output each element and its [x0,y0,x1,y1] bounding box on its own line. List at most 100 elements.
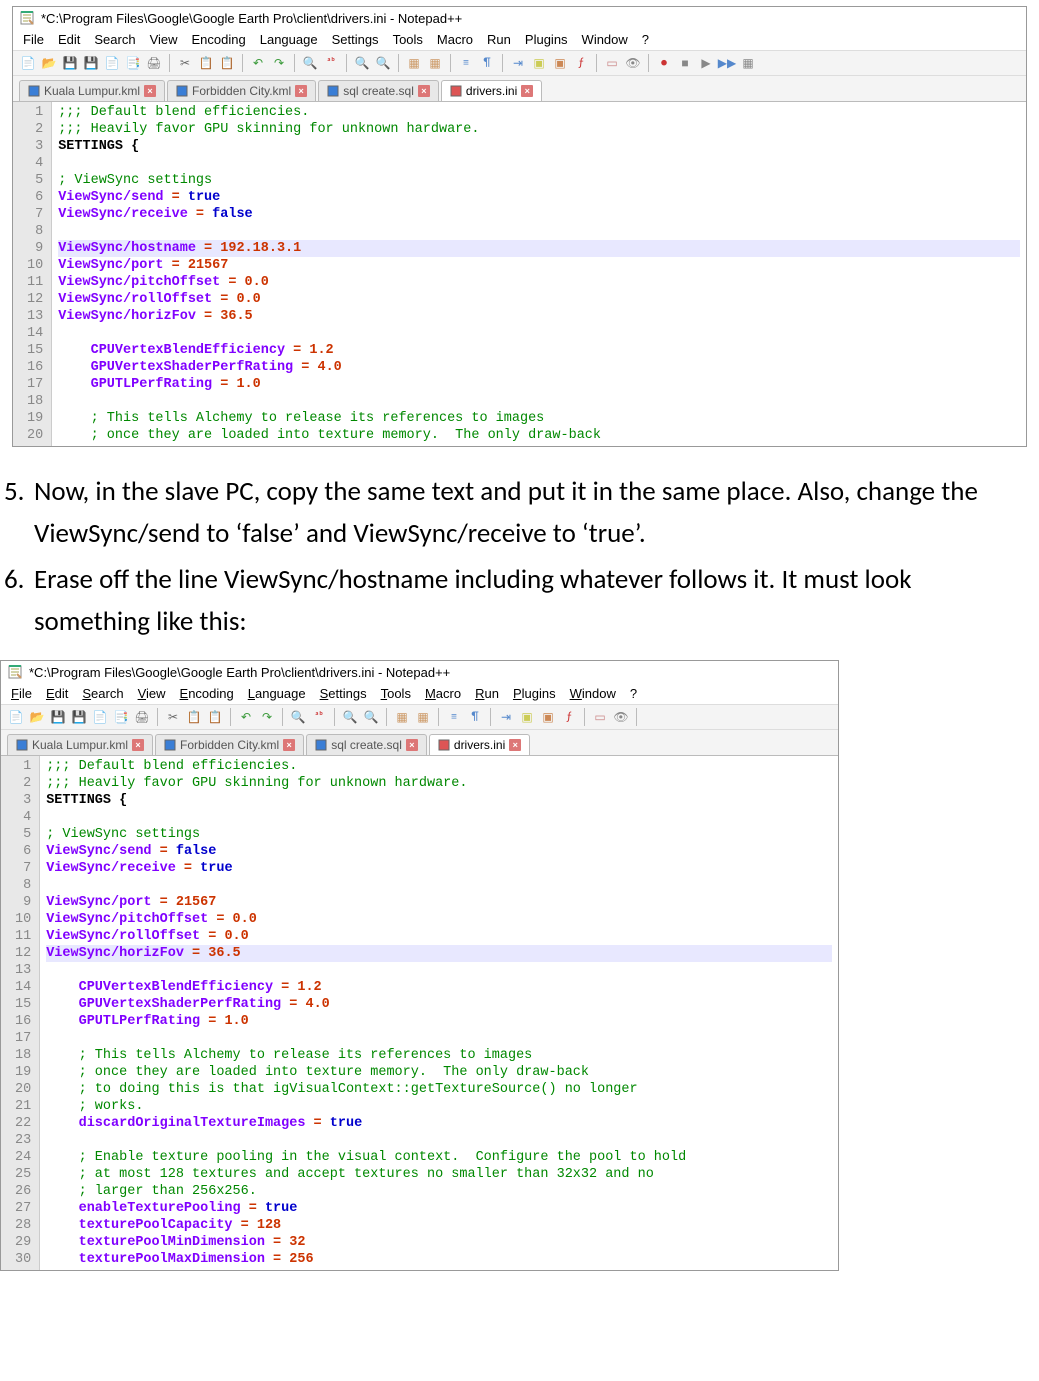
code-line[interactable] [46,809,832,826]
menu-edit[interactable]: Edit [58,32,80,47]
code-line[interactable]: ; ViewSync settings [46,826,832,843]
paste-icon[interactable]: 📋 [218,54,236,72]
sync-h-icon[interactable]: ▦ [426,54,444,72]
code-line[interactable]: ViewSync/receive = true [46,860,832,877]
sync-v-icon[interactable]: ▦ [405,54,423,72]
stop-icon[interactable]: ■ [676,54,694,72]
code-line[interactable]: GPUVertexShaderPerfRating = 4.0 [46,996,832,1013]
tab-close-icon[interactable]: × [521,85,533,97]
menu-?[interactable]: ? [642,32,649,47]
print-icon[interactable]: 🖨 [133,708,151,726]
undo-icon[interactable]: ↶ [249,54,267,72]
menu-bar[interactable]: FileEditSearchViewEncodingLanguageSettin… [1,683,838,704]
paste-icon[interactable]: 📋 [206,708,224,726]
tab-bar[interactable]: Kuala Lumpur.kml×Forbidden City.kml×sql … [1,730,838,755]
code-line[interactable]: ; This tells Alchemy to release its refe… [46,1047,832,1064]
tab-close-icon[interactable]: × [406,739,418,751]
code-line[interactable]: ;;; Heavily favor GPU skinning for unkno… [46,775,832,792]
tab-kuala-lumpur-kml[interactable]: Kuala Lumpur.kml× [7,734,153,755]
open-icon[interactable]: 📂 [28,708,46,726]
sync-v-icon[interactable]: ▦ [393,708,411,726]
code-line[interactable]: SETTINGS { [46,792,832,809]
fast-icon[interactable]: ▶▶ [718,54,736,72]
menu-window[interactable]: Window [570,686,616,701]
code-line[interactable] [46,1030,832,1047]
save-icon[interactable]: 💾 [49,708,67,726]
copy-icon[interactable]: 📋 [185,708,203,726]
menu-tools[interactable]: Tools [393,32,423,47]
code-line[interactable]: ViewSync/rollOffset = 0.0 [46,928,832,945]
sync-h-icon[interactable]: ▦ [414,708,432,726]
menu-plugins[interactable]: Plugins [525,32,568,47]
find-icon[interactable]: 🔍 [301,54,319,72]
toolbar[interactable]: 📄📂💾💾📄📑🖨✂📋📋↶↷🔍ᵃᵇ🔍🔍▦▦≡¶⇥▣▣ƒ▭👁●■▶▶▶▦ [13,50,1026,76]
tab-close-icon[interactable]: × [132,739,144,751]
tab-close-icon[interactable]: × [509,739,521,751]
code-line[interactable] [46,1132,832,1149]
fold-icon[interactable]: ▣ [530,54,548,72]
menu-language[interactable]: Language [248,686,306,701]
code-line[interactable] [58,155,1020,172]
tab-close-icon[interactable]: × [418,85,430,97]
code-line[interactable]: ViewSync/horizFov = 36.5 [46,945,832,962]
code-line[interactable]: GPUTLPerfRating = 1.0 [58,376,1020,393]
zoom-out-icon[interactable]: 🔍 [374,54,392,72]
code-line[interactable]: ; at most 128 textures and accept textur… [46,1166,832,1183]
menu-macro[interactable]: Macro [425,686,461,701]
code-line[interactable]: ViewSync/rollOffset = 0.0 [58,291,1020,308]
code-editor[interactable]: 1234567891011121314151617181920 ;;; Defa… [13,101,1026,446]
menu-view[interactable]: View [138,686,166,701]
code-editor[interactable]: 1234567891011121314151617181920212223242… [1,755,838,1270]
code-line[interactable]: ; ViewSync settings [58,172,1020,189]
wrap-icon[interactable]: ≡ [445,708,463,726]
monitor-icon[interactable]: 👁 [624,54,642,72]
menu-window[interactable]: Window [582,32,628,47]
open-icon[interactable]: 📂 [40,54,58,72]
menu-?[interactable]: ? [630,686,637,701]
menu-tools[interactable]: Tools [381,686,411,701]
close-icon[interactable]: 📄 [91,708,109,726]
close-icon[interactable]: 📄 [103,54,121,72]
tab-bar[interactable]: Kuala Lumpur.kml×Forbidden City.kml×sql … [13,76,1026,101]
tab-close-icon[interactable]: × [295,85,307,97]
code-area[interactable]: ;;; Default blend efficiencies.;;; Heavi… [40,756,838,1270]
fold-icon[interactable]: ▣ [518,708,536,726]
copy-icon[interactable]: 📋 [197,54,215,72]
menu-search[interactable]: Search [82,686,123,701]
redo-icon[interactable]: ↷ [270,54,288,72]
code-line[interactable]: ViewSync/pitchOffset = 0.0 [46,911,832,928]
undo-icon[interactable]: ↶ [237,708,255,726]
menu-macro[interactable]: Macro [437,32,473,47]
code-line[interactable] [46,962,832,979]
code-line[interactable]: ; works. [46,1098,832,1115]
play-icon[interactable]: ▶ [697,54,715,72]
redo-icon[interactable]: ↷ [258,708,276,726]
code-line[interactable]: ViewSync/send = false [46,843,832,860]
func-list-icon[interactable]: ƒ [560,708,578,726]
new-file-icon[interactable]: 📄 [7,708,25,726]
find-icon[interactable]: 🔍 [289,708,307,726]
code-line[interactable] [58,393,1020,410]
code-line[interactable] [46,877,832,894]
tab-sql-create-sql[interactable]: sql create.sql× [306,734,427,755]
replace-icon[interactable]: ᵃᵇ [310,708,328,726]
toolbar[interactable]: 📄📂💾💾📄📑🖨✂📋📋↶↷🔍ᵃᵇ🔍🔍▦▦≡¶⇥▣▣ƒ▭👁 [1,704,838,730]
code-line[interactable]: ;;; Default blend efficiencies. [58,104,1020,121]
menu-search[interactable]: Search [94,32,135,47]
menu-plugins[interactable]: Plugins [513,686,556,701]
code-line[interactable]: discardOriginalTextureImages = true [46,1115,832,1132]
doc-map-icon[interactable]: ▭ [603,54,621,72]
unfold-icon[interactable]: ▣ [551,54,569,72]
unfold-icon[interactable]: ▣ [539,708,557,726]
zoom-in-icon[interactable]: 🔍 [353,54,371,72]
code-line[interactable]: ;;; Default blend efficiencies. [46,758,832,775]
replace-icon[interactable]: ᵃᵇ [322,54,340,72]
save-macro-icon[interactable]: ▦ [739,54,757,72]
zoom-out-icon[interactable]: 🔍 [362,708,380,726]
new-file-icon[interactable]: 📄 [19,54,37,72]
code-line[interactable]: ViewSync/send = true [58,189,1020,206]
wrap-icon[interactable]: ≡ [457,54,475,72]
menu-file[interactable]: File [11,686,32,701]
code-line[interactable] [58,223,1020,240]
cut-icon[interactable]: ✂ [176,54,194,72]
